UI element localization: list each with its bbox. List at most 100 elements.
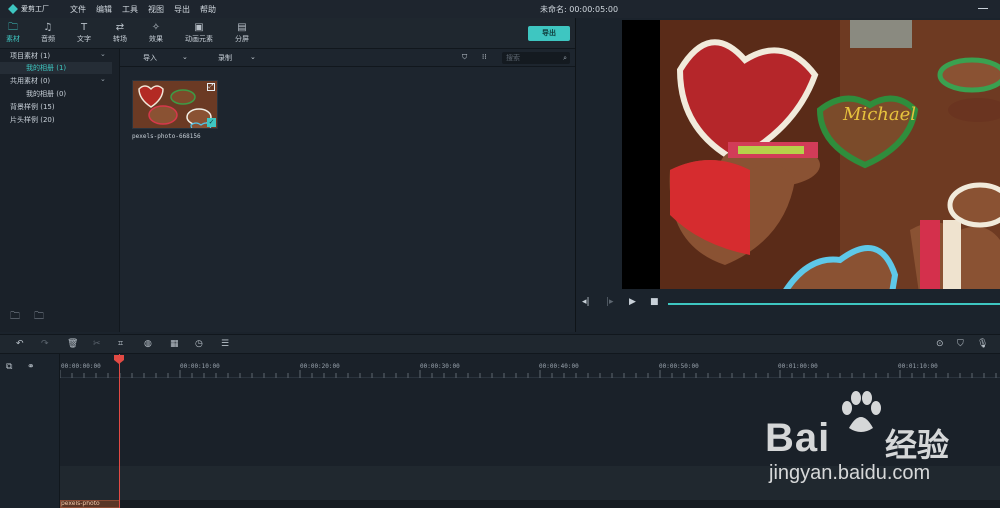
ruler-label: 00:00:40:00 xyxy=(539,363,579,370)
logo-mark-icon xyxy=(8,4,18,14)
chevron-down-icon[interactable]: ⌄ xyxy=(250,53,256,61)
chevron-down-icon[interactable]: ⌄ xyxy=(100,75,106,83)
tree-bg-samples[interactable]: 背景样例 (15) xyxy=(10,102,55,112)
menu-export[interactable]: 导出 xyxy=(174,4,190,15)
search-icon[interactable]: ⌕ xyxy=(563,52,567,64)
tab-effects[interactable]: ✧ 效果 xyxy=(136,22,176,44)
split-screen-icon: ▤ xyxy=(237,22,247,33)
crop-icon[interactable]: ⌗ xyxy=(118,339,123,349)
grid-view-icon[interactable]: ⁞⁞ xyxy=(482,53,486,61)
svg-text:Michael: Michael xyxy=(842,104,916,125)
text-icon: T xyxy=(80,22,88,33)
preview-viewport: Michael xyxy=(622,20,1000,289)
tab-transition[interactable]: ⇄ 转场 xyxy=(100,22,140,44)
paw-logo-icon xyxy=(842,391,881,432)
trash-icon[interactable]: 🗑 xyxy=(67,339,78,349)
ruler-label: 00:01:00:00 xyxy=(778,363,818,370)
ruler-label: 00:00:10:00 xyxy=(180,363,220,370)
clip-label: pexels-photo xyxy=(61,500,100,507)
next-frame-icon[interactable]: |▸ xyxy=(606,297,614,307)
tree-shared-media[interactable]: 共用素材 (0) xyxy=(10,76,50,86)
ruler-label: 00:00:20:00 xyxy=(300,363,340,370)
tab-elements-label: 动画元素 xyxy=(185,35,213,43)
tab-elements[interactable]: ▣ 动画元素 xyxy=(179,22,219,44)
record-button[interactable]: 录制 xyxy=(218,53,232,63)
ruler-label: 00:01:10:00 xyxy=(898,363,938,370)
watermark-url: jingyan.baidu.com xyxy=(769,462,931,484)
playhead-line[interactable] xyxy=(119,354,120,508)
track-headers: ⧉ ⚭ xyxy=(0,354,60,508)
tab-media-label: 素材 xyxy=(6,35,20,43)
timeline-clip[interactable]: pexels-photo xyxy=(60,500,120,508)
menu-help[interactable]: 帮助 xyxy=(200,4,216,15)
mosaic-icon[interactable]: ▦ xyxy=(170,339,179,349)
stop-icon[interactable]: ■ xyxy=(650,297,659,307)
category-tabs: 🗀 素材 ♫ 音频 T 文字 ⇄ 转场 ✧ 效果 ▣ 动画元素 ▤ 分屏 导出 xyxy=(0,18,575,49)
check-icon: ✓ xyxy=(207,118,216,127)
menu-edit[interactable]: 编辑 xyxy=(96,4,112,15)
watermark-brand: Bai xyxy=(765,416,831,460)
ruler-label: 00:00:30:00 xyxy=(420,363,460,370)
preview-cookie-image: Michael xyxy=(660,20,1000,289)
expand-icon[interactable]: ⤢ xyxy=(207,83,215,91)
library-toolbar: 导入 ⌄ 录制 ⌄ ⛉ ⁞⁞ 搜索 ⌕ xyxy=(120,49,575,67)
effects-icon: ✧ xyxy=(151,22,161,33)
baidu-watermark: Bai 经验 jingyan.baidu.com xyxy=(765,391,995,498)
menu-file[interactable]: 文件 xyxy=(70,4,86,15)
color-icon[interactable]: ◍ xyxy=(144,339,152,349)
tab-text[interactable]: T 文字 xyxy=(64,22,104,44)
chevron-down-icon[interactable]: ⌄ xyxy=(182,53,188,61)
add-track-icon[interactable]: ⧉ xyxy=(6,362,12,372)
app-logo: 爱剪工厂 xyxy=(8,4,60,14)
import-button[interactable]: 导入 xyxy=(143,53,157,63)
time-ruler[interactable]: 00:00:00:00 00:00:10:00 00:00:20:00 00:0… xyxy=(60,354,1000,378)
watermark-cn: 经验 xyxy=(885,426,950,464)
chevron-down-icon[interactable]: ⌄ xyxy=(100,50,106,58)
menu-view[interactable]: 视图 xyxy=(148,4,164,15)
ruler-label: 00:00:50:00 xyxy=(659,363,699,370)
undo-icon[interactable]: ↶ xyxy=(16,339,24,349)
tab-split-screen[interactable]: ▤ 分屏 xyxy=(222,22,262,44)
redo-icon[interactable]: ↷ xyxy=(41,339,49,349)
ruler-label: 00:00:00:00 xyxy=(61,363,101,370)
new-folder-icon[interactable]: 🗀 xyxy=(10,309,20,326)
tab-split-label: 分屏 xyxy=(235,35,249,43)
media-thumbnail[interactable]: ⤢ ✓ xyxy=(132,80,218,129)
media-filename: pexels-photo-668156 xyxy=(132,133,201,140)
playback-progress-bar[interactable] xyxy=(668,303,1000,305)
media-tree: 项目素材 (1) ⌄ 我的相册 (1) 共用素材 (0) ⌄ 我的相册 (0) … xyxy=(0,49,120,332)
filter-icon[interactable]: ⛉ xyxy=(462,53,467,62)
tab-audio[interactable]: ♫ 音频 xyxy=(28,22,68,44)
folder-icon[interactable]: 🗀 xyxy=(34,309,44,326)
tree-project-media[interactable]: 项目素材 (1) xyxy=(10,51,50,61)
tab-effects-label: 效果 xyxy=(149,35,163,43)
tree-title-samples[interactable]: 片头样例 (20) xyxy=(10,115,55,125)
tab-text-label: 文字 xyxy=(77,35,91,43)
app-logo-text: 爱剪工厂 xyxy=(21,4,49,13)
preview-panel: Michael ◂| |▸ ▶ ■ xyxy=(575,18,1000,332)
document-title: 未命名: 00:00:05:00 xyxy=(540,5,619,14)
cut-icon[interactable]: ✂ xyxy=(93,339,101,349)
tree-my-album-1[interactable]: 我的相册 (1) xyxy=(26,63,66,73)
minimize-icon[interactable] xyxy=(978,8,988,9)
prev-frame-icon[interactable]: ◂| xyxy=(582,297,590,307)
media-track[interactable] xyxy=(60,500,1000,508)
clock-icon[interactable]: ◷ xyxy=(195,339,203,349)
media-library-panel: 🗀 素材 ♫ 音频 T 文字 ⇄ 转场 ✧ 效果 ▣ 动画元素 ▤ 分屏 导出 … xyxy=(0,18,575,332)
tab-transition-label: 转场 xyxy=(113,35,127,43)
menu-bar: 爱剪工厂 文件 编辑 工具 视图 导出 帮助 未命名: 00:00:05:00 xyxy=(0,0,1000,18)
export-button[interactable]: 导出 xyxy=(528,26,570,41)
cookie-thumbnail-image xyxy=(133,81,217,128)
play-icon[interactable]: ▶ xyxy=(629,297,636,307)
tree-my-album-2[interactable]: 我的相册 (0) xyxy=(26,89,66,99)
video-editor-app: 爱剪工厂 文件 编辑 工具 视图 导出 帮助 未命名: 00:00:05:00 … xyxy=(0,0,1000,508)
tab-audio-label: 音频 xyxy=(41,35,55,43)
playback-controls: ◂| |▸ ▶ ■ xyxy=(576,294,1000,314)
render-icon[interactable]: ⊙ xyxy=(936,339,944,349)
shield-icon[interactable]: ⛉ xyxy=(957,339,964,349)
link-icon[interactable]: ⚭ xyxy=(27,362,35,372)
microphone-icon[interactable]: 🎙 xyxy=(977,339,988,349)
adjust-icon[interactable]: ☰ xyxy=(221,339,229,349)
menu-tools[interactable]: 工具 xyxy=(122,4,138,15)
search-input[interactable]: 搜索 ⌕ xyxy=(502,52,570,64)
